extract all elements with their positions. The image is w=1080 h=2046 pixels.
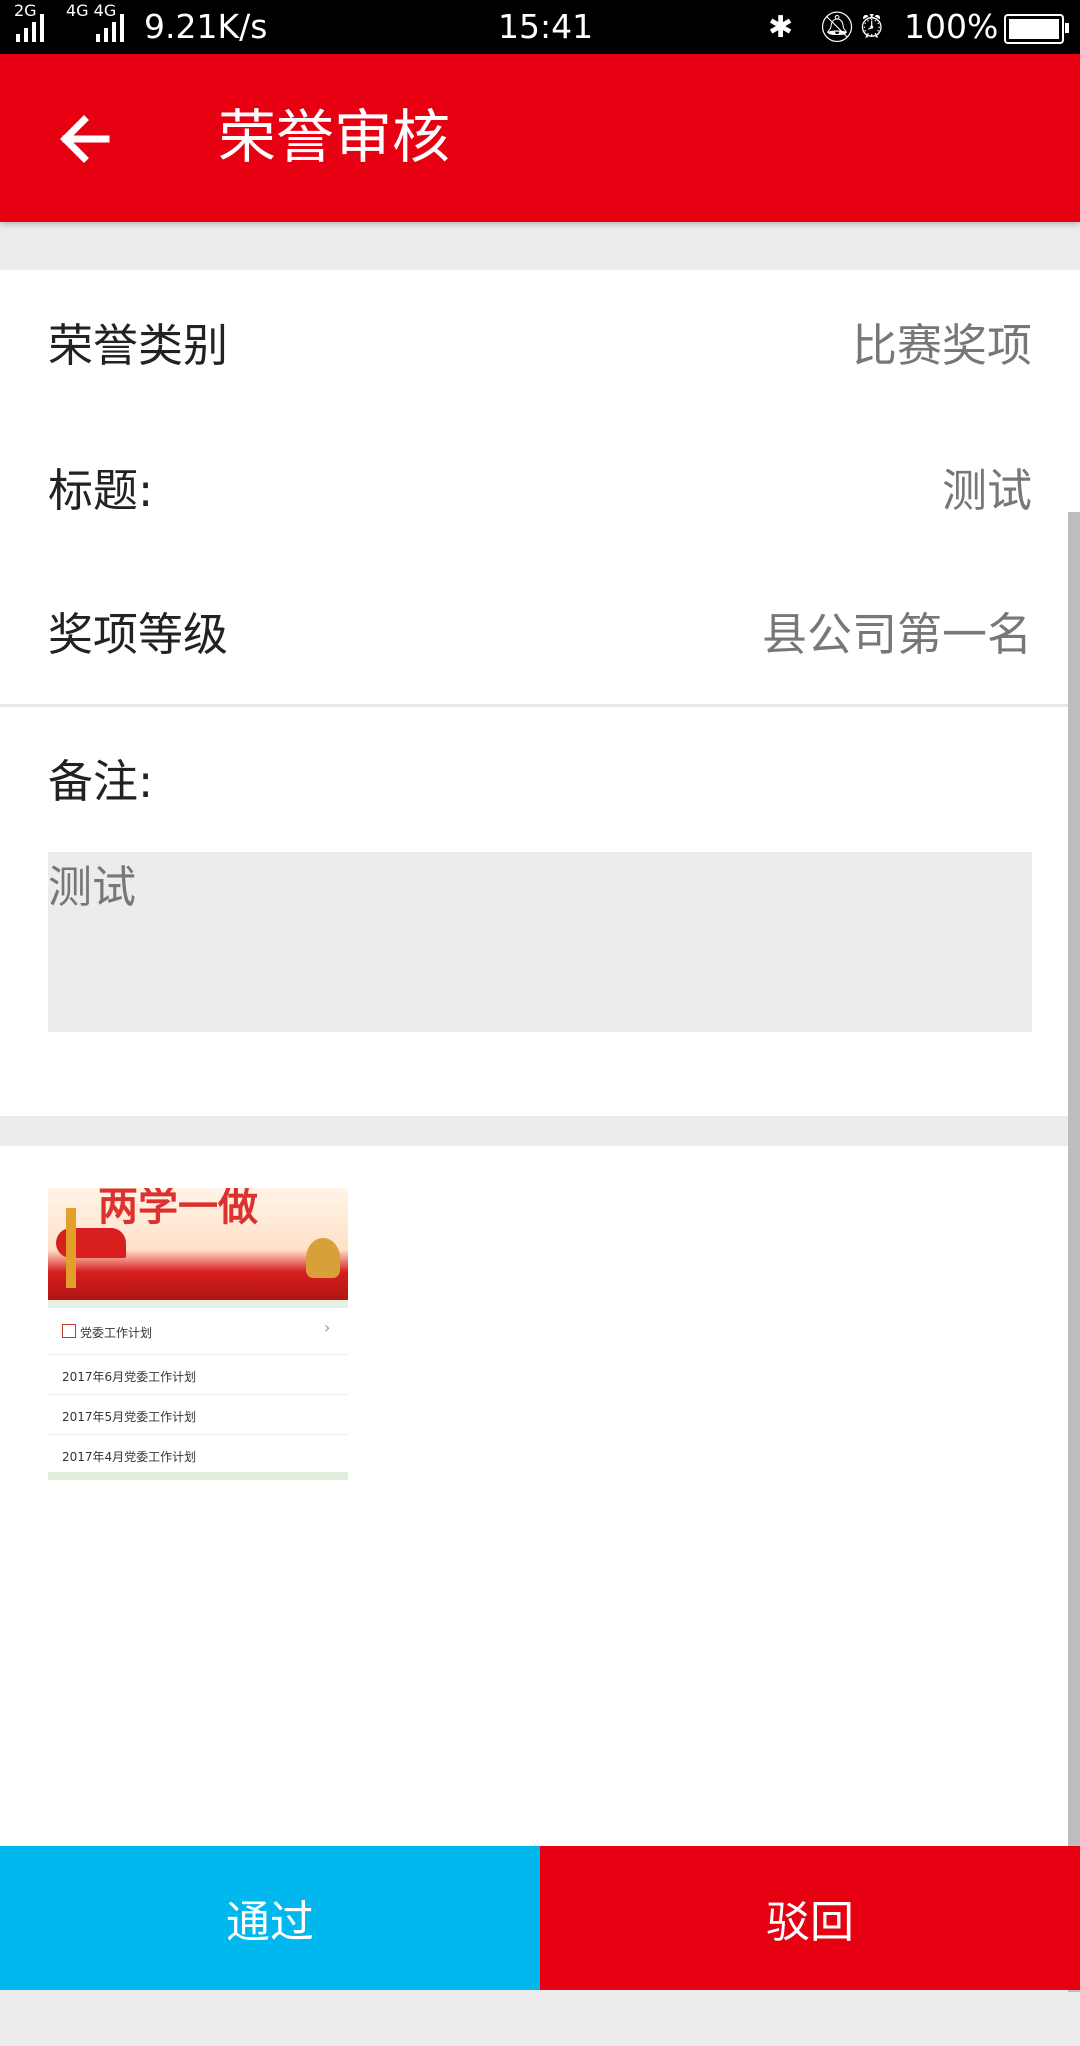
bluetooth-icon: ✱ bbox=[768, 10, 794, 45]
thumb-list-item: 2017年4月党委工作计划 bbox=[48, 1434, 348, 1473]
level-label: 奖项等级 bbox=[48, 608, 229, 661]
thumb-lion-icon bbox=[306, 1238, 340, 1278]
title-value: 测试 bbox=[941, 464, 1032, 517]
status-bar: 2G 4G 4G 9.21K/s 15:41 ✱ 🔕︎ ⏰︎ 100% bbox=[0, 0, 1080, 54]
divider bbox=[0, 704, 1080, 707]
network-type-label-2: 4G 4G bbox=[66, 1, 117, 20]
remark-field[interactable]: 测试 bbox=[48, 852, 1032, 1032]
remark-label: 备注: bbox=[48, 755, 154, 808]
thumb-strip bbox=[48, 1300, 348, 1308]
category-value: 比赛奖项 bbox=[851, 319, 1032, 372]
thumb-list-header-label: 党委工作计划 bbox=[80, 1326, 153, 1340]
network-speed: 9.21K/s bbox=[144, 7, 268, 46]
clock: 15:41 bbox=[498, 7, 594, 46]
approve-button[interactable]: 通过 bbox=[0, 1846, 540, 1990]
mute-icon: 🔕︎ bbox=[818, 10, 857, 45]
remark-text: 测试 bbox=[48, 862, 136, 913]
reject-button-label: 驳回 bbox=[766, 1897, 854, 1948]
thumb-list-item-text: 2017年6月党委工作计划 bbox=[62, 1370, 197, 1384]
calendar-icon bbox=[62, 1324, 76, 1338]
thumb-list-header: 党委工作计划 › bbox=[48, 1308, 348, 1355]
thumb-pillar-icon bbox=[66, 1208, 76, 1288]
thumb-banner: 两学一做 bbox=[48, 1188, 348, 1300]
thumb-list-item-text: 2017年4月党委工作计划 bbox=[62, 1450, 197, 1464]
battery-percent: 100% bbox=[904, 7, 999, 46]
network-type-label: 2G bbox=[14, 1, 37, 20]
category-label: 荣誉类别 bbox=[48, 319, 229, 372]
level-value: 县公司第一名 bbox=[761, 608, 1032, 661]
thumb-banner-text: 两学一做 bbox=[98, 1188, 258, 1230]
battery-icon bbox=[1004, 14, 1069, 44]
title-label: 标题: bbox=[48, 464, 154, 517]
thumb-list-item-text: 2017年5月党委工作计划 bbox=[62, 1410, 197, 1424]
alarm-icon: ⏰︎ bbox=[860, 10, 884, 45]
page-title: 荣誉审核 bbox=[218, 103, 451, 171]
approve-button-label: 通过 bbox=[226, 1897, 314, 1948]
app-bar: 荣誉审核 bbox=[0, 54, 1080, 222]
chevron-right-icon: › bbox=[324, 1318, 331, 1337]
thumb-list-item: 2017年5月党委工作计划 bbox=[48, 1394, 348, 1435]
reject-button[interactable]: 驳回 bbox=[540, 1846, 1080, 1990]
attachment-image[interactable]: 两学一做 党委工作计划 › 2017年6月党委工作计划 2017年5月党委工作计… bbox=[48, 1188, 348, 1480]
thumb-footer bbox=[48, 1472, 348, 1480]
thumb-list-item: 2017年6月党委工作计划 bbox=[48, 1354, 348, 1395]
back-arrow-icon[interactable] bbox=[50, 104, 120, 174]
scrollbar[interactable] bbox=[1068, 512, 1080, 1992]
